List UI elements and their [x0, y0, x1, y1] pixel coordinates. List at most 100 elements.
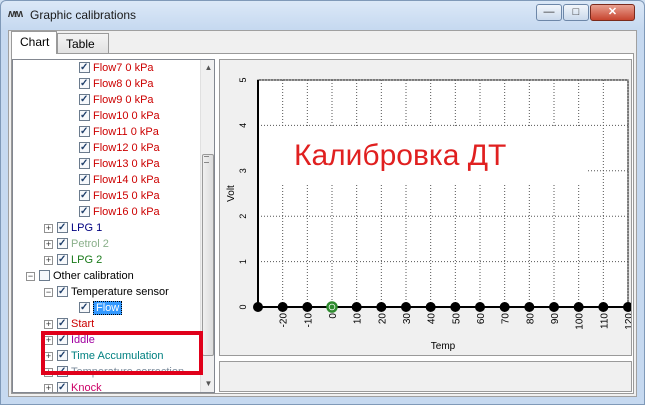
- tree-item-flow12[interactable]: Flow12 0 kPa: [79, 140, 160, 156]
- tree-item-label: Flow16 0 kPa: [93, 206, 160, 218]
- tree-item-flow11[interactable]: Flow11 0 kPa: [79, 124, 159, 140]
- tree-item-flow14[interactable]: Flow14 0 kPa: [79, 172, 160, 188]
- chart-area[interactable]: 0 1 2 3 4 5 -20 -10 0 10 20 30 40 50 60 70 80 90 100 110 120…: [219, 59, 632, 356]
- tree-item-other-calibration[interactable]: Other calibration: [39, 268, 134, 284]
- checkbox[interactable]: [39, 270, 50, 281]
- tree-item-knock[interactable]: Knock: [57, 380, 102, 392]
- checkbox[interactable]: [79, 60, 90, 76]
- data-point: [401, 302, 411, 312]
- x-tick-label: 70: [501, 313, 512, 325]
- data-point: [351, 302, 362, 312]
- status-panel: [219, 361, 632, 392]
- x-axis-label: Temp: [431, 341, 456, 352]
- checkbox[interactable]: [57, 252, 68, 268]
- tree-item-lpg1[interactable]: LPG 1: [57, 220, 102, 236]
- tree-item-flow[interactable]: Flow: [79, 300, 123, 316]
- checkbox[interactable]: [79, 204, 90, 220]
- checkbox[interactable]: [79, 76, 90, 92]
- graphic-calibrations-window: ʍʍ Graphic calibrations — □ ✕ Chart Tabl…: [0, 0, 645, 405]
- collapse-icon[interactable]: −: [44, 288, 53, 297]
- close-button[interactable]: ✕: [590, 4, 635, 21]
- x-tick-label: 120: [624, 313, 631, 330]
- tree-item-flow13[interactable]: Flow13 0 kPa: [79, 156, 160, 172]
- tab-chart[interactable]: Chart: [11, 31, 57, 54]
- tree-item-label: LPG 2: [71, 254, 103, 266]
- tree-item-flow10[interactable]: Flow10 0 kPa: [79, 108, 160, 124]
- checkbox[interactable]: [79, 172, 90, 188]
- maximize-button[interactable]: □: [563, 4, 589, 21]
- tree-item-label: Start: [71, 318, 95, 330]
- data-point: [623, 302, 631, 312]
- x-tick-label: 20: [377, 313, 388, 325]
- checkbox[interactable]: [57, 236, 68, 252]
- checkbox[interactable]: [79, 188, 90, 204]
- expand-icon[interactable]: +: [44, 240, 53, 249]
- checkbox[interactable]: [79, 300, 90, 316]
- tree-item-label: Flow: [93, 301, 123, 315]
- tree-item-label: Flow12 0 kPa: [93, 142, 160, 154]
- data-point: [475, 302, 485, 312]
- client-area: Chart Table Flow7 0 kPa Flow8 0 kPa Flow…: [8, 30, 637, 397]
- tree-item-flow8[interactable]: Flow8 0 kPa: [79, 76, 154, 92]
- data-point: [524, 302, 535, 312]
- tree-item-flow9[interactable]: Flow9 0 kPa: [79, 92, 154, 108]
- checkbox[interactable]: [79, 92, 90, 108]
- checkbox[interactable]: [79, 156, 90, 172]
- y-tick-label: 0: [238, 304, 248, 309]
- expand-icon[interactable]: +: [44, 256, 53, 265]
- tree-item-label: Flow9 0 kPa: [93, 94, 154, 106]
- data-point: [425, 302, 436, 312]
- expand-icon[interactable]: +: [44, 384, 53, 392]
- data-point: [302, 302, 313, 312]
- checkbox[interactable]: [57, 220, 68, 236]
- checkbox[interactable]: [57, 284, 68, 300]
- checkbox[interactable]: [57, 380, 68, 392]
- plot-area: [257, 79, 629, 308]
- x-tick-label: -10: [303, 313, 314, 328]
- checkbox[interactable]: [79, 140, 90, 156]
- tree-item-label: Flow10 0 kPa: [93, 110, 160, 122]
- tree-item-lpg2[interactable]: LPG 2: [57, 252, 102, 268]
- tree-item-label: Flow11 0 kPa: [93, 126, 159, 138]
- tree-item-flow15[interactable]: Flow15 0 kPa: [79, 188, 160, 204]
- tree-item-label: Flow8 0 kPa: [93, 78, 154, 90]
- calibration-chart[interactable]: 0 1 2 3 4 5 -20 -10 0 10 20 30 40 50 60 70 80 90 100 110 120…: [220, 60, 631, 355]
- x-tick-label: 0: [328, 313, 339, 319]
- y-tick-label: 3: [238, 168, 248, 173]
- tree-item-flow7[interactable]: Flow7 0 kPa: [79, 60, 154, 76]
- data-point: [499, 302, 510, 312]
- data-point: [573, 302, 584, 312]
- minimize-button[interactable]: —: [536, 4, 562, 21]
- scroll-thumb[interactable]: [202, 154, 214, 356]
- scroll-up-icon[interactable]: ▲: [203, 62, 214, 74]
- expand-icon[interactable]: +: [44, 320, 53, 329]
- checkbox[interactable]: [79, 124, 90, 140]
- tree-item-label: LPG 1: [71, 222, 103, 234]
- tree-item-temperature-sensor[interactable]: Temperature sensor: [57, 284, 169, 300]
- title-bar[interactable]: ʍʍ Graphic calibrations — □ ✕: [1, 1, 644, 29]
- tree-item-start[interactable]: Start: [57, 316, 94, 332]
- x-tick-label: 40: [427, 313, 438, 325]
- red-highlight-box: [41, 331, 203, 375]
- x-tick-label: -20: [279, 313, 290, 328]
- collapse-icon[interactable]: −: [26, 272, 35, 281]
- tree-item-petrol2[interactable]: Petrol 2: [57, 236, 109, 252]
- x-tick-label: 60: [476, 313, 487, 325]
- x-tick-label: 90: [550, 313, 561, 325]
- tree-item-label: Flow15 0 kPa: [93, 190, 160, 202]
- tab-table[interactable]: Table: [57, 33, 109, 53]
- scroll-down-icon[interactable]: ▼: [203, 378, 214, 390]
- checkbox[interactable]: [79, 108, 90, 124]
- data-point-selected: [329, 304, 335, 310]
- data-point: [253, 302, 263, 312]
- expand-icon[interactable]: +: [44, 224, 53, 233]
- checkbox[interactable]: [57, 316, 68, 332]
- x-tick-label: 110: [599, 313, 610, 329]
- data-point: [549, 302, 559, 312]
- x-tick-label: 100: [575, 313, 586, 330]
- tree-item-flow16[interactable]: Flow16 0 kPa: [79, 204, 160, 220]
- tree-item-label: Flow14 0 kPa: [93, 174, 160, 186]
- y-tick-label: 5: [238, 77, 248, 82]
- tree-item-label: Flow13 0 kPa: [93, 158, 160, 170]
- x-tick-label: 30: [402, 313, 413, 325]
